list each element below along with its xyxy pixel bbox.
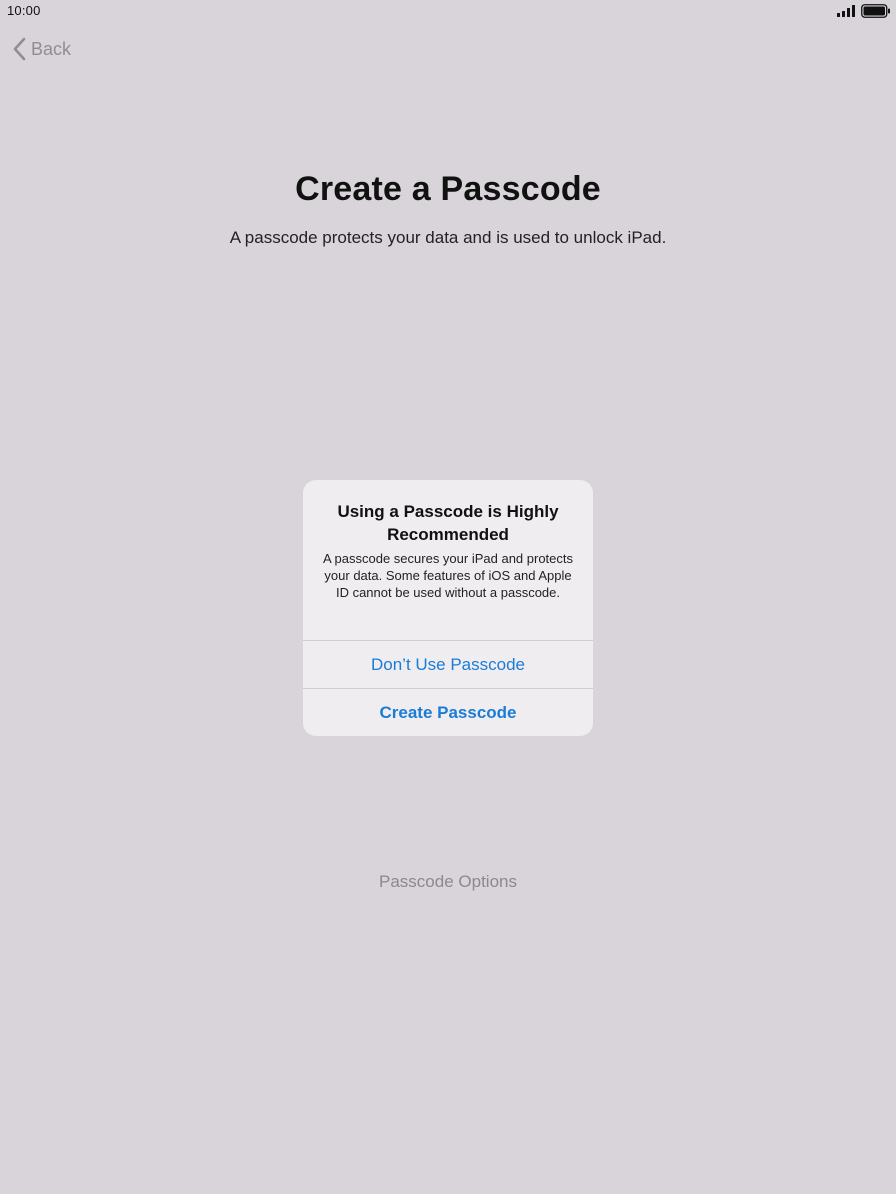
chevron-left-icon xyxy=(13,37,26,61)
back-button[interactable]: Back xyxy=(12,36,71,62)
status-bar: 10:00 xyxy=(0,0,896,22)
alert-title: Using a Passcode is Highly Recommended xyxy=(337,502,559,544)
page-subtitle: A passcode protects your data and is use… xyxy=(229,228,667,247)
passcode-alert: Using a Passcode is Highly Recommended A… xyxy=(303,480,593,736)
back-label: Back xyxy=(31,38,72,59)
battery-full-icon xyxy=(861,4,890,18)
alert-message: A passcode secures your iPad and protect… xyxy=(322,551,574,600)
create-passcode-button[interactable]: Create Passcode xyxy=(303,689,593,736)
cellular-signal-icon xyxy=(837,5,855,17)
alert-header: Using a Passcode is Highly Recommended A… xyxy=(303,480,593,640)
page-title: Create a Passcode xyxy=(295,170,601,208)
passcode-options-link[interactable]: Passcode Options xyxy=(0,872,896,892)
status-time: 10:00 xyxy=(7,3,41,18)
dont-use-passcode-button[interactable]: Don’t Use Passcode xyxy=(303,641,593,688)
